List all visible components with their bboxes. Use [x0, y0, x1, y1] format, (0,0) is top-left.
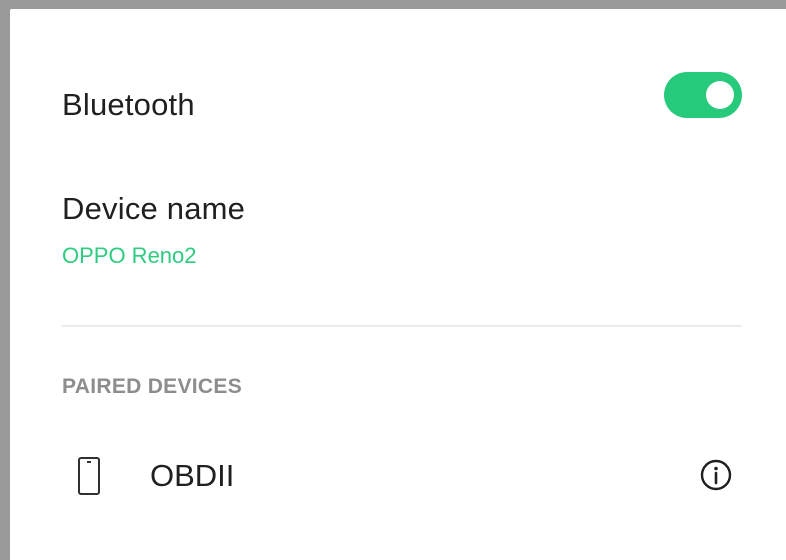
- toggle-knob: [706, 81, 734, 109]
- device-name-label: Device name: [62, 191, 246, 226]
- section-divider: [62, 325, 742, 327]
- paired-device-item[interactable]: OBDII: [10, 441, 786, 513]
- bluetooth-settings-panel: Bluetooth Device name OPPO Reno2 PAIRED …: [10, 9, 786, 560]
- device-name-value: OPPO Reno2: [62, 243, 197, 268]
- paired-device-name: OBDII: [150, 458, 235, 493]
- device-name-row[interactable]: Device name OPPO Reno2: [10, 187, 786, 287]
- phone-icon: [78, 457, 100, 495]
- bluetooth-label: Bluetooth: [62, 87, 195, 122]
- paired-devices-header: PAIRED DEVICES: [62, 375, 243, 398]
- bluetooth-toggle[interactable]: [664, 72, 742, 118]
- info-icon[interactable]: [698, 457, 734, 493]
